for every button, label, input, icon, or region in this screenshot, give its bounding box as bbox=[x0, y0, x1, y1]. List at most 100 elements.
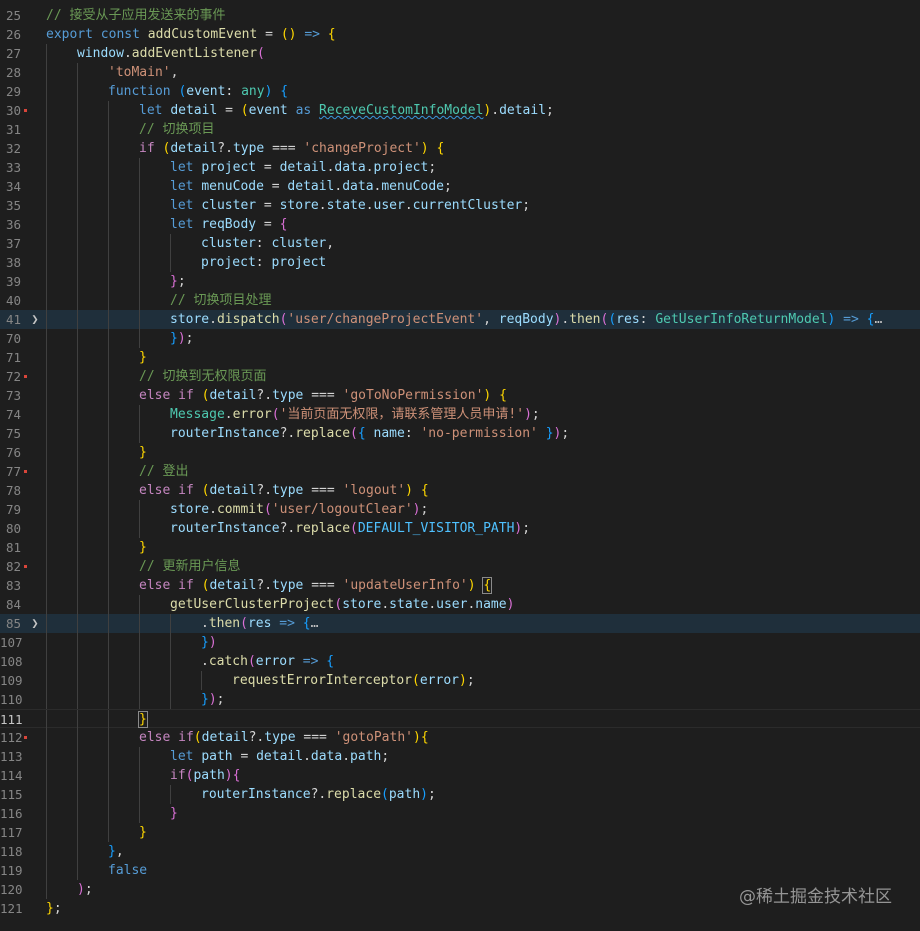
code-line[interactable]: 72 // 切换到无权限页面 bbox=[0, 367, 920, 386]
fold-chevron-right-icon[interactable]: ❯ bbox=[29, 614, 41, 633]
code-text[interactable]: store.dispatch ('user/changeProjectEvent'… bbox=[170, 310, 882, 329]
code-text[interactable]: getUserClusterProject(store.state.user.n… bbox=[170, 595, 514, 614]
code-line[interactable]: 41 ❯ store.dispatch ('user/changeProjectEve… bbox=[0, 310, 920, 329]
code-line[interactable]: 78 else if (detail?.type === 'logout') { bbox=[0, 481, 920, 500]
code-line[interactable]: 115 routerInstance?.replace(path); bbox=[0, 785, 920, 804]
code-text[interactable]: if (detail?.type === 'changeProject') { bbox=[139, 139, 444, 158]
code-line[interactable]: 76} bbox=[0, 443, 920, 462]
code-line[interactable]: 112 else if(detail?.type === 'gotoPath'){ bbox=[0, 728, 920, 747]
code-line[interactable]: 36 let reqBody = { bbox=[0, 215, 920, 234]
code-line[interactable]: 35 let cluster = store.state.user.current… bbox=[0, 196, 920, 215]
fold-ellipsis[interactable]: … bbox=[874, 312, 882, 327]
code-text[interactable]: routerInstance?.replace({ name: 'no-perm… bbox=[170, 424, 569, 443]
code-line[interactable]: 84 getUserClusterProject(store.state.user… bbox=[0, 595, 920, 614]
code-text[interactable]: routerInstance?.replace(DEFAULT_VISITOR_… bbox=[170, 519, 530, 538]
code-line[interactable]: 114 if(path){ bbox=[0, 766, 920, 785]
code-text[interactable]: .then(res => {… bbox=[201, 614, 318, 633]
code-line[interactable]: 28 'toMain', bbox=[0, 63, 920, 82]
code-text[interactable]: let path = detail.data.path; bbox=[170, 747, 389, 766]
code-text[interactable]: window.addEventListener( bbox=[77, 44, 265, 63]
code-text[interactable]: // 切换到无权限页面 bbox=[139, 367, 266, 386]
code-text[interactable]: let cluster = store.state.user.currentCl… bbox=[170, 196, 530, 215]
code-text[interactable]: store.commit('user/logoutClear'); bbox=[170, 500, 428, 519]
code-text[interactable]: }; bbox=[170, 272, 186, 291]
code-text[interactable]: cluster: cluster, bbox=[201, 234, 334, 253]
code-text[interactable]: }, bbox=[108, 842, 124, 861]
code-text[interactable]: }; bbox=[46, 899, 62, 918]
code-line[interactable]: 37 cluster: cluster, bbox=[0, 234, 920, 253]
code-line[interactable]: 107}) bbox=[0, 633, 920, 652]
code-line[interactable]: 119 false bbox=[0, 861, 920, 880]
code-line[interactable]: 29 function (event: any) { bbox=[0, 82, 920, 101]
code-text[interactable]: let menuCode = detail.data.menuCode; bbox=[170, 177, 452, 196]
code-line[interactable]: 110}); bbox=[0, 690, 920, 709]
code-line[interactable]: 32 if (detail?.type === 'changeProject') … bbox=[0, 139, 920, 158]
code-line[interactable]: 81} bbox=[0, 538, 920, 557]
code-text[interactable]: }); bbox=[170, 329, 193, 348]
code-text[interactable]: let detail = (event as ReceveCustomInfoM… bbox=[139, 101, 554, 120]
code-text[interactable]: } bbox=[139, 823, 147, 842]
code-line[interactable]: 33 let project = detail.data.project; bbox=[0, 158, 920, 177]
code-line[interactable]: 34 let menuCode = detail.data.menuCode; bbox=[0, 177, 920, 196]
code-text[interactable]: else if (detail?.type === 'updateUserInf… bbox=[139, 576, 493, 595]
code-text[interactable]: }); bbox=[201, 690, 224, 709]
fold-ellipsis[interactable]: … bbox=[311, 616, 319, 631]
code-line[interactable]: 113 let path = detail.data.path; bbox=[0, 747, 920, 766]
code-text[interactable]: } bbox=[139, 538, 147, 557]
code-line[interactable]: 80 routerInstance?.replace(DEFAULT_VISITO… bbox=[0, 519, 920, 538]
code-text[interactable]: } bbox=[170, 804, 178, 823]
code-text[interactable]: routerInstance?.replace(path); bbox=[201, 785, 436, 804]
code-text[interactable]: false bbox=[108, 861, 147, 880]
code-text[interactable]: project: project bbox=[201, 253, 326, 272]
code-line[interactable]: 77 // 登出 bbox=[0, 462, 920, 481]
code-line[interactable]: 25 // 接受从子应用发送来的事件 bbox=[0, 6, 920, 25]
code-text[interactable]: Message.error('当前页面无权限，请联系管理人员申请!'); bbox=[170, 405, 540, 424]
code-text[interactable]: }) bbox=[201, 633, 217, 652]
line-number: 74 bbox=[5, 407, 21, 422]
code-text[interactable]: ); bbox=[77, 880, 93, 899]
code-line[interactable]: 83 else if (detail?.type === 'updateUserI… bbox=[0, 576, 920, 595]
code-text[interactable]: .catch(error => { bbox=[201, 652, 334, 671]
code-line[interactable]: 74 Message.error('当前页面无权限，请联系管理人员申请!'); bbox=[0, 405, 920, 424]
code-line[interactable]: 30 let detail = (event as ReceveCustomInf… bbox=[0, 101, 920, 120]
code-text[interactable]: // 切换项目 bbox=[139, 120, 214, 139]
code-line[interactable]: 109 requestErrorInterceptor(error); bbox=[0, 671, 920, 690]
code-text[interactable]: } bbox=[139, 348, 147, 367]
code-line[interactable]: 116} bbox=[0, 804, 920, 823]
code-text[interactable]: if(path){ bbox=[170, 766, 240, 785]
code-line[interactable]: 31 // 切换项目 bbox=[0, 120, 920, 139]
code-text[interactable]: } bbox=[139, 443, 147, 462]
code-text[interactable]: else if (detail?.type === 'logout') { bbox=[139, 481, 429, 500]
code-line[interactable]: 27 window.addEventListener( bbox=[0, 44, 920, 63]
code-line[interactable]: 70}); bbox=[0, 329, 920, 348]
code-line[interactable]: 118}, bbox=[0, 842, 920, 861]
code-line[interactable]: 40 // 切换项目处理 bbox=[0, 291, 920, 310]
code-line[interactable]: 73 else if (detail?.type === 'goToNoPermi… bbox=[0, 386, 920, 405]
code-text[interactable]: function (event: any) { bbox=[108, 82, 288, 101]
code-line[interactable]: 71} bbox=[0, 348, 920, 367]
code-text[interactable]: requestErrorInterceptor(error); bbox=[232, 671, 475, 690]
code-line[interactable]: 38 project: project bbox=[0, 253, 920, 272]
code-text[interactable]: let reqBody = { bbox=[170, 215, 287, 234]
code-line[interactable]: 39}; bbox=[0, 272, 920, 291]
code-line[interactable]: 79 store.commit('user/logoutClear'); bbox=[0, 500, 920, 519]
code-text[interactable]: else if (detail?.type === 'goToNoPermiss… bbox=[139, 386, 507, 405]
code-text[interactable]: // 登出 bbox=[139, 462, 188, 481]
code-text[interactable]: // 更新用户信息 bbox=[139, 557, 240, 576]
code-text[interactable]: // 接受从子应用发送来的事件 bbox=[46, 6, 225, 25]
fold-chevron-right-icon[interactable]: ❯ bbox=[29, 310, 41, 329]
code-line[interactable]: 82 // 更新用户信息 bbox=[0, 557, 920, 576]
code-line[interactable]: 111} bbox=[0, 709, 920, 729]
code-text[interactable]: export const addCustomEvent = () => { bbox=[46, 25, 336, 44]
code-line[interactable]: 117} bbox=[0, 823, 920, 842]
code-editor[interactable]: 25 // 接受从子应用发送来的事件 26 export const addCusto… bbox=[0, 0, 920, 931]
code-text[interactable]: else if(detail?.type === 'gotoPath'){ bbox=[139, 728, 429, 747]
code-line[interactable]: 75 routerInstance?.replace({ name: 'no-pe… bbox=[0, 424, 920, 443]
code-line[interactable]: 26 export const addCustomEvent = () => { bbox=[0, 25, 920, 44]
code-text[interactable]: } bbox=[138, 710, 148, 729]
code-text[interactable]: 'toMain', bbox=[108, 63, 178, 82]
code-text[interactable]: // 切换项目处理 bbox=[170, 291, 271, 310]
code-line[interactable]: 108 .catch(error => { bbox=[0, 652, 920, 671]
code-text[interactable]: let project = detail.data.project; bbox=[170, 158, 436, 177]
code-line[interactable]: 85 ❯ .then(res => {… bbox=[0, 614, 920, 633]
